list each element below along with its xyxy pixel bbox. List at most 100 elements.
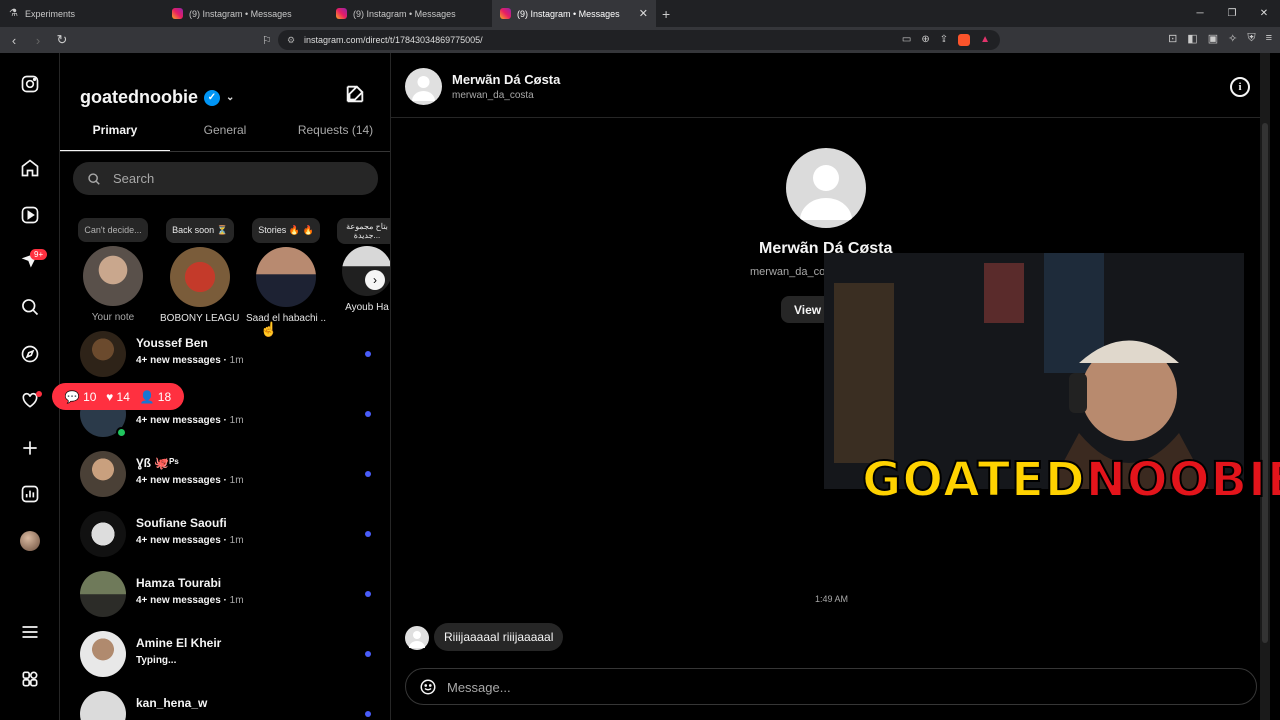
messages-badge: 9+ [30, 249, 48, 260]
chevron-right-icon[interactable]: › [365, 270, 385, 290]
thread-item[interactable]: Amine El Kheir Typing... [60, 625, 390, 685]
avatar [80, 331, 126, 377]
tab-instagram-2[interactable]: (9) Instagram • Messages [328, 0, 492, 27]
thread-name: Soufiane Saoufi [136, 516, 227, 530]
leo-icon[interactable]: ✧ [1228, 32, 1237, 45]
note-bubble: Stories 🔥 🔥 [252, 218, 320, 243]
rewards-icon[interactable]: ▲ [980, 34, 990, 46]
note-bubble: Can't decide... [78, 218, 148, 242]
comment-icon: 💬 [64, 389, 80, 404]
tab-title: (9) Instagram • Messages [353, 8, 456, 19]
search-icon [88, 172, 100, 185]
search-icon[interactable] [19, 296, 41, 318]
comment-count: 💬 10 [64, 389, 97, 404]
message-bubble[interactable]: Riiijaaaaal riiijaaaaal [434, 623, 564, 651]
note-item[interactable]: Stories 🔥 🔥 Saad el habachi ... [246, 218, 326, 324]
thread-item[interactable]: kan_hena_w [60, 685, 390, 720]
cursor-icon: ☝ [260, 321, 278, 337]
new-tab-button[interactable]: + [662, 6, 670, 22]
thread-item[interactable]: Hamza Tourabi 4+ new messages · 1m [60, 565, 390, 625]
url-bar[interactable]: ⚐ ⚙ instagram.com/direct/t/1784303486977… [262, 30, 1000, 50]
avatar [170, 247, 230, 307]
reload-icon[interactable]: ↻ [52, 32, 72, 48]
note-bubble: Back soon ⏳ [166, 218, 234, 243]
restore-button[interactable]: ❐ [1216, 8, 1248, 19]
avatar [80, 631, 126, 677]
emoji-icon[interactable] [419, 678, 437, 701]
create-icon[interactable] [19, 437, 41, 459]
thread-item[interactable]: Ɣß 🐙ᴾˢ 4+ new messages · 1m [60, 445, 390, 505]
minimize-button[interactable]: ─ [1184, 8, 1216, 19]
thread-preview: 4+ new messages · 1m [136, 355, 244, 366]
back-icon[interactable]: ‹ [4, 33, 24, 48]
cast-icon[interactable]: ⊡ [1168, 32, 1177, 45]
url-text[interactable]: instagram.com/direct/t/17843034869775005… [304, 35, 483, 45]
account-name: goatednoobie [80, 87, 198, 107]
unread-dot [365, 471, 371, 477]
avatar [80, 451, 126, 497]
logo-goated: GOATED [861, 451, 1086, 509]
tab-instagram-active[interactable]: (9) Instagram • Messages ✕ [492, 0, 656, 27]
account-switcher[interactable]: goatednoobie ✓ ⌄ [80, 87, 234, 108]
new-message-icon[interactable] [344, 83, 366, 110]
profile-avatar [786, 148, 866, 228]
thread-preview: 4+ new messages · 1m [136, 535, 244, 546]
activity-pill[interactable]: 💬 10 ♥ 14 👤 18 [52, 383, 184, 410]
instagram-logo-icon[interactable] [19, 73, 41, 95]
tab-requests[interactable]: Requests (14) [280, 123, 390, 151]
search-placeholder: Search [113, 171, 155, 186]
info-icon[interactable]: i [1230, 77, 1250, 97]
share-icon[interactable]: ⇪ [940, 34, 948, 46]
bookmark-icon[interactable]: ⚐ [262, 34, 272, 47]
avatar [256, 247, 316, 307]
tab-primary[interactable]: Primary [60, 123, 170, 151]
forward-icon[interactable]: › [28, 33, 48, 48]
vpn-icon[interactable]: ⛨ [1247, 32, 1255, 45]
conversation-username: merwan_da_costa [452, 90, 534, 101]
close-window-button[interactable]: ✕ [1248, 8, 1280, 19]
reels-icon[interactable] [19, 204, 41, 226]
also-from-meta-icon[interactable] [19, 668, 41, 690]
unread-dot [365, 651, 371, 657]
close-tab-icon[interactable]: ✕ [639, 7, 648, 20]
conversation-header: Merwãn Dá Cøsta merwan_da_costa i [391, 53, 1270, 118]
profile-username: merwan_da_co [750, 266, 826, 278]
profile-avatar[interactable] [19, 530, 41, 552]
thread-name: Youssef Ben [136, 336, 208, 350]
thread-item[interactable]: Soufiane Saoufi 4+ new messages · 1m [60, 505, 390, 565]
tab-title: Experiments [25, 8, 76, 19]
note-item[interactable]: Back soon ⏳ BOBONY LEAGUE [160, 218, 240, 324]
address-toolbar: ‹ › ↻ ⚐ ⚙ instagram.com/direct/t/1784303… [0, 27, 1280, 53]
online-indicator [116, 427, 127, 438]
message-input[interactable]: Message... [405, 668, 1257, 705]
tab-experiments[interactable]: ⚗ Experiments [0, 0, 164, 27]
scrollbar[interactable] [1260, 53, 1270, 720]
avatar[interactable] [405, 68, 442, 105]
brave-shield-icon[interactable] [958, 34, 971, 46]
dashboard-icon[interactable] [19, 483, 41, 505]
tab-instagram-1[interactable]: (9) Instagram • Messages [164, 0, 328, 27]
verified-badge-icon: ✓ [204, 89, 220, 106]
search-input[interactable]: Search [73, 162, 378, 195]
tab-general[interactable]: General [170, 123, 280, 151]
note-item[interactable]: Can't decide... Your note [73, 218, 153, 323]
wallet-icon[interactable]: ▣ [1208, 32, 1218, 45]
site-info-icon[interactable]: ⚙ [287, 35, 295, 46]
home-icon[interactable] [19, 157, 41, 179]
avatar [342, 246, 390, 296]
message-placeholder: Message... [447, 680, 511, 695]
conversation-name[interactable]: Merwãn Dá Cøsta [452, 72, 560, 87]
more-menu-icon[interactable] [19, 621, 41, 643]
avatar [80, 691, 126, 720]
thread-item[interactable]: Youssef Ben 4+ new messages · 1m [60, 325, 390, 385]
avatar [80, 571, 126, 617]
thread-name: kan_hena_w [136, 696, 208, 710]
heart-icon: ♥ [106, 389, 114, 404]
zoom-icon[interactable]: ⊕ [921, 34, 929, 46]
goatednoobie-logo: GOATEDNOOBIE [861, 451, 1280, 509]
explore-icon[interactable] [19, 343, 41, 365]
menu-icon[interactable]: ≡ [1266, 32, 1272, 45]
note-item[interactable]: بتاح مجموعة جديدة... Ayoub Ha [332, 218, 390, 313]
sidebar-icon[interactable]: ◧ [1187, 32, 1197, 45]
screen-icon[interactable]: ▭ [902, 34, 911, 46]
